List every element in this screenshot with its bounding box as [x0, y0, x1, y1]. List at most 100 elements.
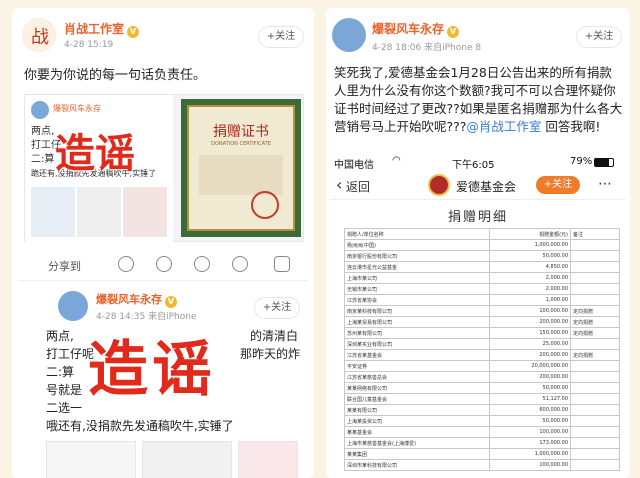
author-name[interactable]: 爆裂风车永存 V — [372, 20, 460, 38]
table-cell — [570, 338, 620, 350]
table-cell — [570, 404, 620, 416]
table-cell: 定向捐赠 — [570, 305, 620, 317]
repost-author-name[interactable]: 爆裂风车永存 V — [96, 291, 177, 308]
author-avatar[interactable] — [332, 18, 366, 52]
table-row: 深圳市某科技有限公司 100,000.00 — [344, 459, 620, 471]
post-header: 爆裂风车永存 V 4-28 18:06 来自iPhone 8 +关注 — [326, 8, 630, 60]
mention-link[interactable]: @肖战工作室 — [466, 119, 541, 134]
repost-author-avatar[interactable] — [58, 291, 88, 321]
table-cell: 某某基金会 — [344, 426, 490, 438]
table-cell — [570, 250, 620, 262]
embedded-thumb-row — [31, 187, 167, 237]
table-cell: 4,850.00 — [488, 261, 572, 273]
table-cell — [570, 272, 620, 284]
table-cell: 杨洲洲(中国) — [344, 239, 490, 251]
repost-line-2: 打工仔呢 — [46, 347, 95, 361]
post-tail: 回答我啊! — [545, 119, 601, 134]
embedded-avatar — [31, 101, 49, 119]
table-cell — [570, 294, 620, 306]
table-cell: 100,000.00 — [488, 426, 572, 438]
org-follow-button[interactable]: +关注 — [536, 176, 580, 194]
table-row: 江苏省某慈善总会 200,000.00 — [344, 371, 620, 383]
donation-table: 捐赠人/单位名称 捐赠金额(元) 备注 杨洲洲(中国) 1,000,000.00 南京银行… — [344, 228, 620, 471]
qq-icon[interactable] — [194, 256, 210, 272]
follow-button[interactable]: +关注 — [576, 26, 622, 48]
table-cell — [570, 415, 620, 427]
left-weibo-post: 战 肖战工作室 V 4-28 15:19 +关注 你要为你说的每一句话负责任。 爆… — [12, 8, 314, 478]
table-cell — [570, 393, 620, 405]
table-cell: 20,000,000.00 — [488, 360, 572, 372]
follow-button[interactable]: +关注 — [258, 26, 304, 48]
weibo-icon[interactable] — [232, 256, 248, 272]
table-cell: 51,127.00 — [488, 393, 572, 405]
embedded-line-3: 二:算 — [31, 154, 55, 165]
author-name[interactable]: 肖战工作室 V — [64, 20, 140, 38]
studio-logo-icon: 战 — [31, 27, 49, 48]
clock: 下午6:05 — [452, 160, 495, 171]
table-cell: 2,000.00 — [488, 272, 572, 284]
table-row: 某某基金会 100,000.00 — [344, 426, 620, 438]
table-row: 连云港市星光公益基金 4,850.00 — [344, 261, 620, 273]
table-cell: 50,000.00 — [488, 382, 572, 394]
battery-icon — [594, 158, 614, 167]
table-cell — [570, 371, 620, 383]
table-cell: 捐赠金额(元) — [488, 228, 572, 240]
more-icon[interactable]: ⋯ — [598, 176, 612, 192]
battery-percent: 79% — [570, 156, 593, 167]
table-cell: 深圳某实业有限公司 — [344, 338, 490, 350]
table-cell: 苏州某有限公司 — [344, 327, 490, 339]
table-cell: 南京银行股份有限公司 — [344, 250, 490, 262]
table-cell: 1,000,000.00 — [488, 448, 572, 460]
wechat-icon[interactable] — [118, 256, 134, 272]
repost-follow-button[interactable]: +关注 — [254, 297, 300, 319]
post-time: 4-28 15:19 — [64, 40, 114, 50]
table-row: 上海市某公司 2,000.00 — [344, 272, 620, 284]
repost-line-4: 号就是 — [46, 383, 83, 397]
table-cell: 150,000.00 — [488, 327, 572, 339]
table-row: 江苏省某协会 1,000.00 — [344, 294, 620, 306]
table-cell — [570, 382, 620, 394]
table-cell: 上海市某慈善基金会(上海博爱) — [344, 437, 490, 449]
table-header-row: 捐赠人/单位名称 捐赠金额(元) 备注 — [344, 228, 620, 240]
certificate-subtitle: DONATION CERTIFICATE — [211, 141, 271, 147]
repost-rumor-stamp: 造谣 — [88, 335, 216, 405]
carrier: 中国电信 — [334, 160, 374, 171]
certificate-title: 捐赠证书 — [213, 124, 269, 140]
table-cell: 深圳市某科技有限公司 — [344, 459, 490, 471]
repost-attached-image-3[interactable] — [238, 441, 298, 478]
repost-line-3: 二:算 — [46, 365, 75, 379]
repost-right-2: 那昨天的炸 — [240, 347, 301, 361]
table-cell: 备注 — [570, 228, 620, 240]
table-row: 无锡市某公司 2,000.00 — [344, 283, 620, 295]
org-avatar[interactable] — [428, 174, 450, 196]
repost-attached-image[interactable] — [46, 441, 136, 478]
verified-badge-icon: V — [127, 26, 140, 38]
table-cell: 100,000.00 — [488, 305, 572, 317]
table-cell: 上海市某公司 — [344, 272, 490, 284]
verified-badge-icon: V — [447, 26, 460, 38]
post-header: 战 肖战工作室 V 4-28 15:19 +关注 — [12, 8, 314, 60]
table-cell: 50,000.00 — [488, 415, 572, 427]
table-cell — [570, 283, 620, 295]
table-cell: 1,000,000.00 — [488, 239, 572, 251]
phone-screenshot[interactable]: 中国电信 ◠ 下午6:05 79% ‹ 返回 爱德基金会 +关注 ⋯ 捐赠明细 … — [330, 154, 626, 478]
table-cell: 江苏省某协会 — [344, 294, 490, 306]
table-cell — [570, 360, 620, 372]
share-label[interactable]: 分享到 — [48, 258, 81, 274]
repost-attached-image-2[interactable] — [142, 441, 232, 478]
back-button[interactable]: 返回 — [346, 178, 370, 195]
table-cell — [570, 448, 620, 460]
image-icon[interactable] — [274, 256, 290, 272]
post-text: 笑死我了,爱德基金会1月28日公告出来的所有捐款人里为什么没有你这个数额?我可不… — [334, 64, 624, 136]
moments-icon[interactable] — [156, 256, 172, 272]
table-row: 上海某贸易有限公司 200,000.00 定向捐赠 — [344, 316, 620, 328]
table-row: 深圳某实业有限公司 25,000.00 — [344, 338, 620, 350]
table-cell — [570, 261, 620, 273]
embedded-author: 爆裂风车永存 — [53, 104, 101, 113]
verified-badge-icon: V — [165, 296, 177, 308]
table-cell: 联合国儿童基金会 — [344, 393, 490, 405]
embedded-screenshot[interactable]: 爆裂风车永存 两点, 打工仔 二:算 跪还有,没捐款先发通稿吹牛,实锤了 造谣 … — [24, 94, 304, 243]
back-chevron-icon[interactable]: ‹ — [336, 175, 342, 194]
author-avatar[interactable]: 战 — [22, 18, 56, 52]
table-cell: 江苏省某基金会 — [344, 349, 490, 361]
